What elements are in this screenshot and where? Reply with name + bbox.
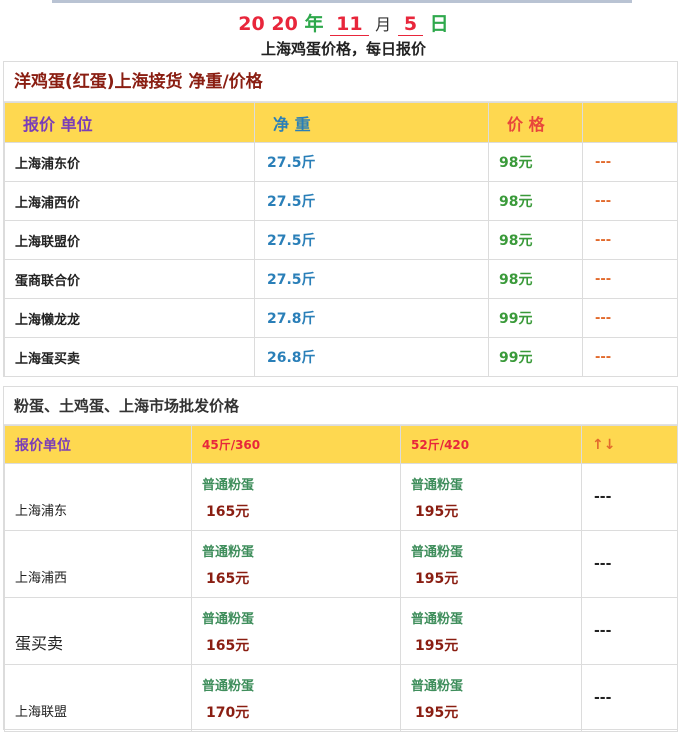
row-name: 上海联盟 [4, 664, 192, 732]
egg-type: 普通粉蛋 [202, 612, 255, 627]
section-title: 洋鸡蛋(红蛋)上海接货 净重/价格 [4, 62, 677, 102]
egg-type: 普通粉蛋 [411, 679, 464, 694]
table-row: 上海懒龙龙 27.8斤 99元 --- [4, 298, 678, 338]
table-row: 上海联盟 普通粉蛋 170元 普通粉蛋 195元 --- [4, 664, 678, 732]
month-unit: 月 [375, 15, 392, 34]
table-row: 蛋买卖 普通粉蛋 165元 普通粉蛋 195元 --- [4, 597, 678, 665]
egg-price: 195元 [415, 638, 459, 654]
red-egg-price-table: 报价 单位 净 重 价 格 上海浦东价 27.5斤 98元 --- 上海浦西价 … [4, 102, 678, 377]
page-subtitle: 上海鸡蛋价格，每日报价 [260, 40, 426, 58]
row-weight: 27.5斤 [254, 259, 489, 299]
row-extra: --- [582, 181, 678, 221]
date-heading: 20 20 年 11 月 5 日 [0, 9, 687, 36]
row-name: 上海蛋买卖 [4, 337, 255, 377]
row-name: 上海懒龙龙 [4, 298, 255, 338]
egg-type: 普通粉蛋 [411, 612, 464, 627]
row-price: 98元 [488, 259, 583, 299]
year-unit: 年 [304, 13, 324, 35]
row-price: 98元 [488, 220, 583, 260]
egg-type: 普通粉蛋 [202, 679, 255, 694]
cell-52jin: 普通粉蛋 195元 [400, 664, 582, 732]
row-name: 上海联盟价 [4, 220, 255, 260]
egg-price: 195元 [415, 705, 459, 721]
table-header-row: 报价单位 45斤/360 52斤/420 ↑↓ [4, 425, 678, 464]
cell-52jin: 普通粉蛋 195元 [400, 597, 582, 665]
row-weight: 27.5斤 [254, 181, 489, 221]
day-value: 5 [397, 13, 424, 36]
table-header-row: 报价 单位 净 重 价 格 [4, 102, 678, 143]
row-price: 98元 [488, 181, 583, 221]
column-header-52jin: 52斤/420 [400, 425, 582, 464]
row-name: 蛋买卖 [4, 597, 192, 665]
row-weight: 27.5斤 [254, 220, 489, 260]
column-header-weight: 净 重 [254, 102, 489, 143]
row-extra: --- [581, 530, 678, 598]
column-header-unit: 报价单位 [4, 425, 192, 464]
table-row: 上海蛋买卖 26.8斤 99元 --- [4, 337, 678, 377]
column-header-45jin: 45斤/360 [191, 425, 401, 464]
table-row: 蛋商联合价 27.5斤 98元 --- [4, 259, 678, 299]
table-row: 上海浦西价 27.5斤 98元 --- [4, 181, 678, 221]
row-extra: --- [582, 298, 678, 338]
wholesale-price-table: 报价单位 45斤/360 52斤/420 ↑↓ 上海浦东 普通粉蛋 165元 普… [4, 425, 678, 732]
section-wholesale-prices: 粉蛋、土鸡蛋、上海市场批发价格 报价单位 45斤/360 52斤/420 ↑↓ … [3, 386, 678, 732]
column-header-unit: 报价 单位 [4, 102, 255, 143]
row-extra: --- [581, 664, 678, 732]
row-price: 99元 [488, 337, 583, 377]
egg-price: 165元 [206, 504, 250, 520]
row-name: 上海浦西价 [4, 181, 255, 221]
egg-price: 195元 [415, 504, 459, 520]
row-extra: --- [582, 142, 678, 182]
row-name: 上海浦西 [4, 530, 192, 598]
egg-type: 普通粉蛋 [411, 545, 464, 560]
row-extra: --- [582, 220, 678, 260]
table-row: 上海浦西 普通粉蛋 165元 普通粉蛋 195元 --- [4, 530, 678, 598]
row-name: 上海浦东价 [4, 142, 255, 182]
cell-45jin: 普通粉蛋 170元 [191, 664, 401, 732]
table-row: 上海浦东价 27.5斤 98元 --- [4, 142, 678, 182]
day-unit: 日 [429, 13, 449, 35]
row-name: 上海浦东 [4, 463, 192, 531]
egg-type: 普通粉蛋 [202, 478, 255, 493]
cell-52jin: 普通粉蛋 195元 [400, 463, 582, 531]
egg-price: 165元 [206, 638, 250, 654]
row-price: 99元 [488, 298, 583, 338]
column-header-extra [582, 102, 678, 143]
egg-type: 普通粉蛋 [202, 545, 255, 560]
section-red-egg-prices: 洋鸡蛋(红蛋)上海接货 净重/价格 报价 单位 净 重 价 格 上海浦东价 27… [3, 61, 678, 377]
section-title: 粉蛋、土鸡蛋、上海市场批发价格 [4, 387, 677, 425]
year-part-1: 20 [238, 13, 265, 35]
cell-45jin: 普通粉蛋 165元 [191, 530, 401, 598]
cell-45jin: 普通粉蛋 165元 [191, 597, 401, 665]
cell-52jin: 普通粉蛋 195元 [400, 530, 582, 598]
top-banner-strip [52, 0, 632, 3]
table-row: 上海联盟价 27.5斤 98元 --- [4, 220, 678, 260]
month-value: 11 [330, 13, 369, 36]
row-extra: --- [582, 259, 678, 299]
row-price: 98元 [488, 142, 583, 182]
year-part-2: 20 [271, 13, 298, 35]
row-extra: --- [581, 597, 678, 665]
row-weight: 26.8斤 [254, 337, 489, 377]
egg-price: 165元 [206, 571, 250, 587]
egg-price: 170元 [206, 705, 250, 721]
row-weight: 27.5斤 [254, 142, 489, 182]
row-extra: --- [581, 463, 678, 531]
cell-45jin: 普通粉蛋 165元 [191, 463, 401, 531]
table-row: 上海浦东 普通粉蛋 165元 普通粉蛋 195元 --- [4, 463, 678, 531]
row-extra: --- [582, 337, 678, 377]
egg-type: 普通粉蛋 [411, 478, 464, 493]
egg-price: 195元 [415, 571, 459, 587]
column-header-price: 价 格 [488, 102, 583, 143]
row-name: 蛋商联合价 [4, 259, 255, 299]
sort-arrows-icon[interactable]: ↑↓ [581, 425, 678, 464]
row-weight: 27.8斤 [254, 298, 489, 338]
